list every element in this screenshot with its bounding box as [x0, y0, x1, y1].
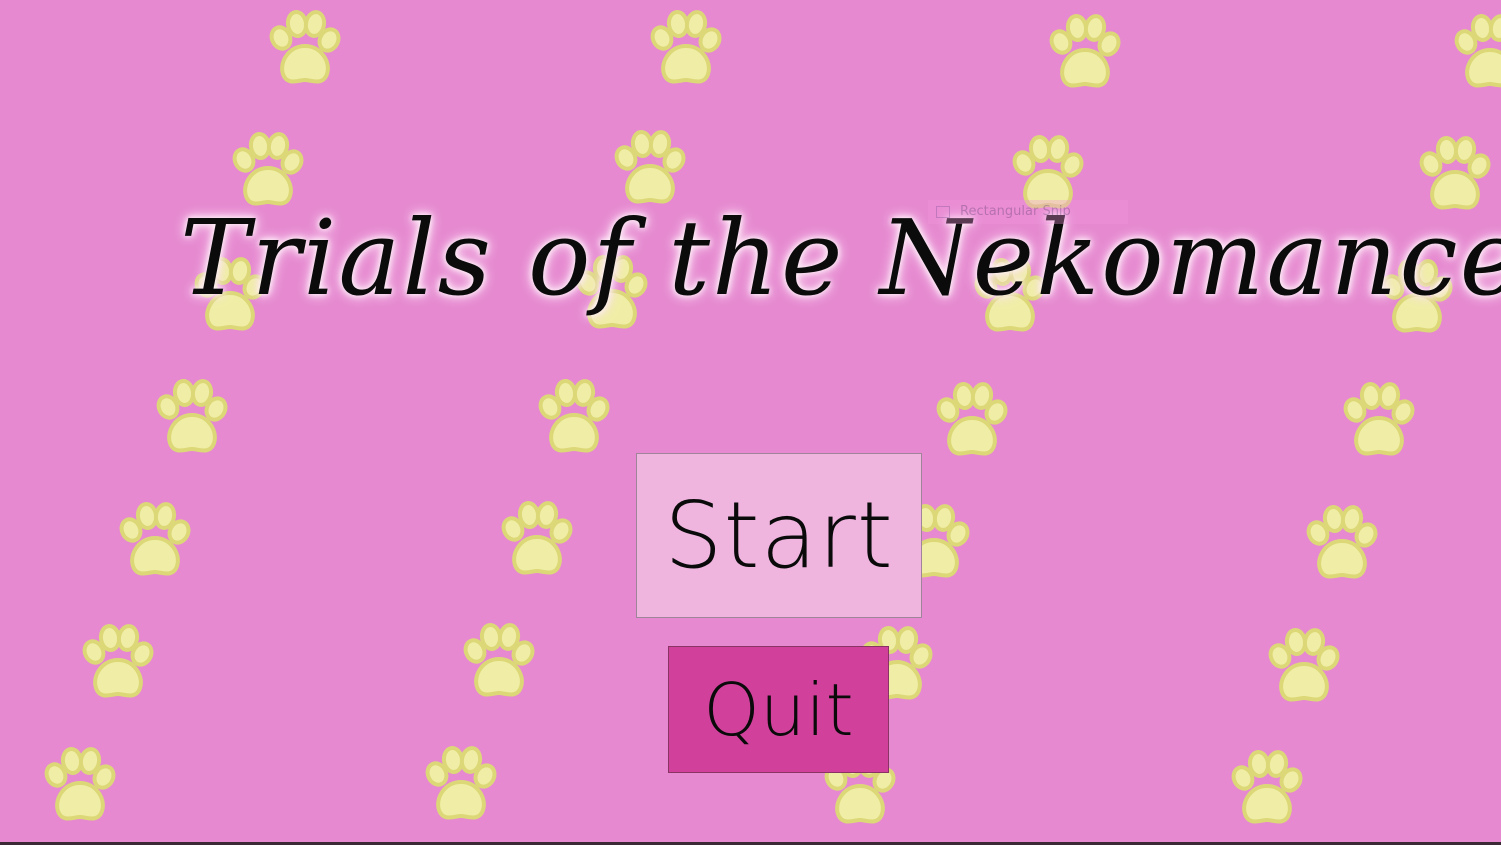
paw-print-icon	[152, 377, 232, 461]
paw-print-icon	[40, 745, 120, 829]
paw-print-icon	[421, 744, 501, 828]
paw-print-icon	[497, 499, 577, 583]
snip-icon	[936, 206, 950, 218]
start-button[interactable]: Start	[636, 453, 922, 618]
paw-print-icon	[1045, 12, 1125, 96]
paw-print-icon	[1339, 380, 1419, 464]
title-screen: Trials of the Nekomancer Start Quit Rect…	[0, 0, 1501, 845]
snip-tooltip-label: Rectangular Snip	[960, 204, 1071, 219]
quit-button[interactable]: Quit	[668, 646, 889, 773]
paw-print-icon	[646, 8, 726, 92]
paw-print-icon	[1302, 503, 1382, 587]
paw-print-icon	[1264, 626, 1344, 710]
paw-print-icon	[534, 377, 614, 461]
paw-print-icon	[78, 622, 158, 706]
paw-print-icon	[1227, 748, 1307, 832]
paw-print-icon	[115, 500, 195, 584]
rectangular-snip-tooltip: Rectangular Snip	[928, 200, 1128, 224]
paw-print-icon	[459, 621, 539, 705]
paw-print-icon	[932, 380, 1012, 464]
paw-print-icon	[1450, 12, 1501, 96]
paw-print-icon	[265, 8, 345, 92]
game-title: Trials of the Nekomancer	[180, 197, 1501, 319]
